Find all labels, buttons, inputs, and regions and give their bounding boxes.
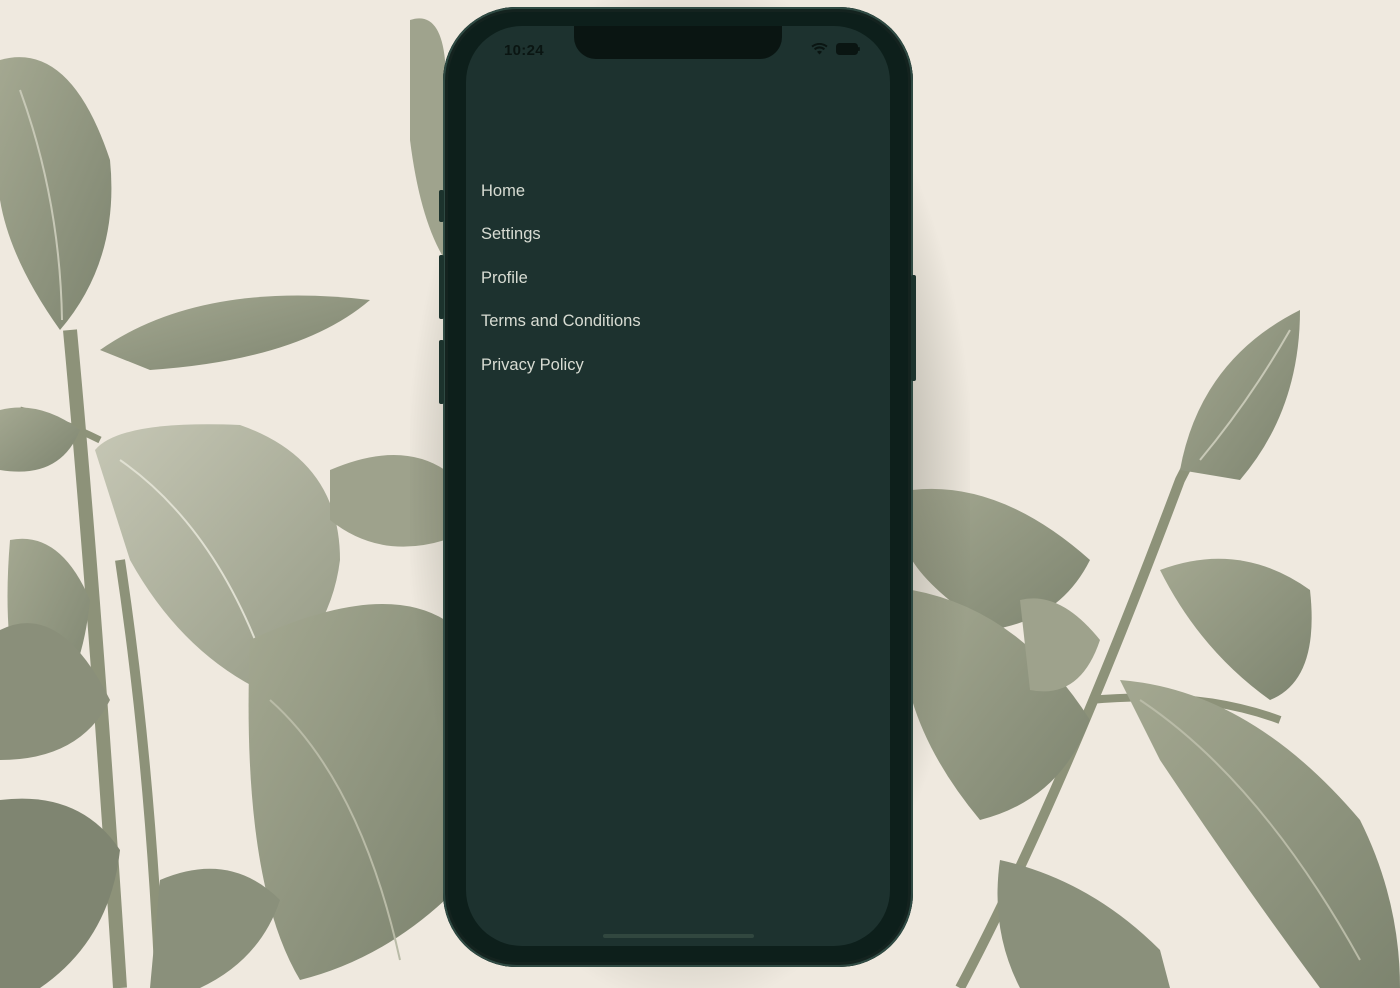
- volume-up-button: [439, 255, 444, 319]
- menu-item-profile[interactable]: Profile: [481, 267, 641, 310]
- menu-item-terms-and-conditions[interactable]: Terms and Conditions: [481, 310, 641, 353]
- status-icons: [811, 43, 860, 55]
- wifi-icon: [811, 43, 828, 55]
- menu-item-home[interactable]: Home: [481, 180, 641, 223]
- menu-item-privacy-policy[interactable]: Privacy Policy: [481, 354, 641, 397]
- menu-item-settings[interactable]: Settings: [481, 223, 641, 266]
- power-button: [911, 275, 916, 381]
- home-indicator[interactable]: [603, 934, 754, 938]
- phone-screen: 10:24 Home Settings Profile Terms and Co…: [466, 26, 890, 946]
- navigation-menu: Home Settings Profile Terms and Conditio…: [481, 180, 641, 397]
- mute-switch: [439, 190, 444, 222]
- notch: [574, 26, 782, 59]
- status-time: 10:24: [504, 42, 544, 59]
- volume-down-button: [439, 340, 444, 404]
- battery-icon: [836, 43, 860, 55]
